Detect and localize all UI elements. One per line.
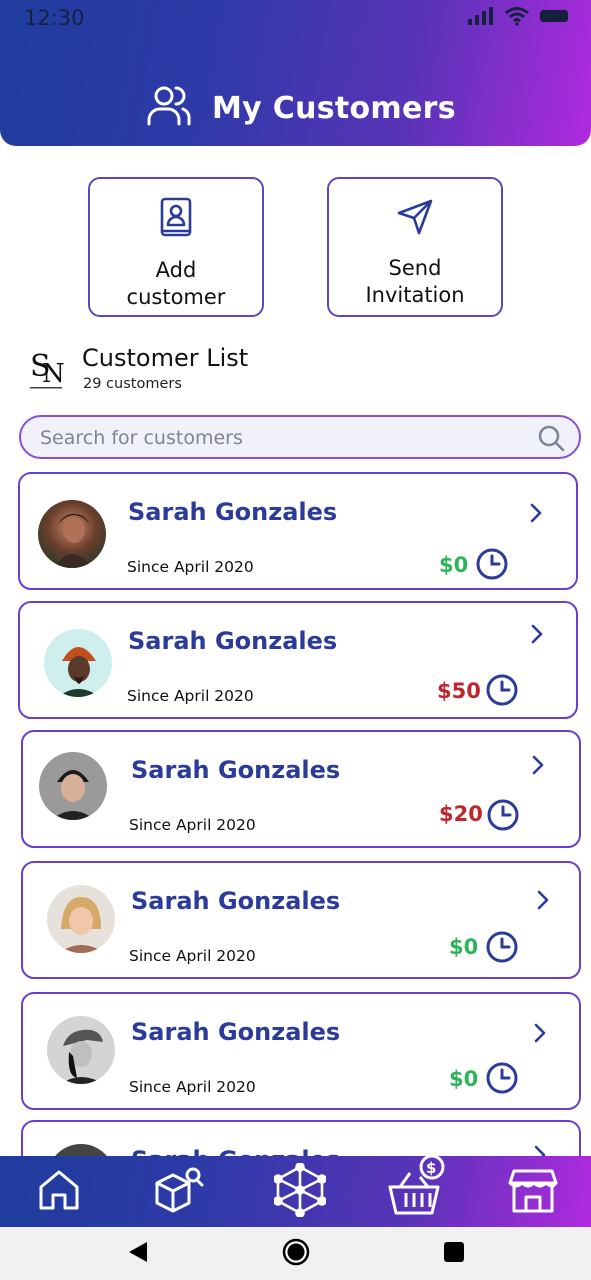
- recents-square-icon: [443, 1241, 465, 1267]
- customer-name: Sarah Gonzales: [131, 887, 341, 915]
- avatar: [38, 500, 106, 568]
- send-icon: [395, 197, 435, 241]
- send-invitation-button[interactable]: Send Invitation: [327, 177, 503, 317]
- nav-products[interactable]: [134, 1156, 224, 1227]
- customer-name: Sarah Gonzales: [128, 498, 338, 526]
- nav-store[interactable]: [488, 1156, 578, 1227]
- customer-balance: $20: [439, 802, 483, 826]
- customer-name: Sarah Gonzales: [131, 756, 341, 784]
- customer-balance: $0: [449, 935, 479, 959]
- recents-button[interactable]: [424, 1227, 484, 1280]
- customer-card[interactable]: Sarah Gonzales Since April 2020 $20: [21, 730, 581, 848]
- customer-list-title: Customer List: [82, 344, 249, 372]
- add-customer-button[interactable]: Add customer: [88, 177, 264, 317]
- svg-text:$: $: [426, 1159, 436, 1177]
- customer-card[interactable]: Sarah Gonzales Since April 2020 $50: [18, 601, 578, 719]
- avatar: [47, 885, 115, 953]
- customer-since: Since April 2020: [127, 558, 254, 576]
- search-bar: [19, 415, 581, 459]
- contact-book-icon: [159, 197, 193, 243]
- search-input[interactable]: [38, 425, 512, 451]
- wifi-icon: [505, 6, 529, 30]
- status-icons: [467, 6, 571, 30]
- customer-name: Sarah Gonzales: [128, 627, 338, 655]
- nav-sales[interactable]: $: [374, 1148, 464, 1227]
- customer-card[interactable]: Sarah Gonzales Since April 2020 $0: [21, 861, 581, 979]
- network-icon: [273, 1161, 327, 1221]
- customer-since: Since April 2020: [127, 687, 254, 705]
- add-customer-label: Add customer: [126, 258, 226, 309]
- nav-home[interactable]: [14, 1156, 104, 1227]
- clock-icon[interactable]: [486, 798, 520, 836]
- customer-balance: $50: [437, 679, 481, 703]
- bottom-nav: $: [0, 1154, 591, 1227]
- customer-balance: $0: [439, 553, 469, 577]
- basket-money-icon: $: [386, 1153, 452, 1223]
- chevron-right-icon[interactable]: [528, 502, 544, 528]
- back-button[interactable]: [108, 1227, 168, 1280]
- chevron-right-icon[interactable]: [530, 754, 546, 780]
- clock-icon[interactable]: [475, 547, 509, 585]
- chevron-right-icon[interactable]: [532, 1022, 548, 1048]
- search-icon[interactable]: [537, 424, 565, 456]
- brand-logo: S N: [28, 346, 65, 392]
- customer-balance: $0: [449, 1067, 479, 1091]
- customer-since: Since April 2020: [129, 947, 256, 965]
- avatar: [44, 629, 112, 697]
- customer-card[interactable]: Sarah Gonzales Since April 2020 $0: [21, 992, 581, 1110]
- clock-icon[interactable]: [485, 930, 519, 968]
- store-icon: [508, 1167, 558, 1217]
- users-icon: [146, 84, 192, 132]
- nav-network[interactable]: [255, 1156, 345, 1227]
- customer-since: Since April 2020: [129, 1078, 256, 1096]
- system-nav-bar: [0, 1227, 591, 1280]
- status-time: 12:30: [24, 6, 85, 30]
- customer-count: 29 customers: [83, 376, 182, 392]
- chevron-right-icon[interactable]: [529, 623, 545, 649]
- product-search-icon: [153, 1165, 205, 1219]
- chevron-right-icon[interactable]: [535, 889, 551, 915]
- page-title: My Customers: [212, 90, 456, 126]
- app-header: 12:30 My Customers: [0, 0, 591, 146]
- home-icon: [37, 1169, 81, 1215]
- home-system-button[interactable]: [266, 1227, 326, 1280]
- customer-name: Sarah Gonzales: [131, 1018, 341, 1046]
- back-triangle-icon: [127, 1240, 149, 1268]
- avatar: [39, 752, 107, 820]
- header-title-group: My Customers: [146, 84, 456, 132]
- clock-icon[interactable]: [485, 673, 519, 711]
- send-invitation-label: Send Invitation: [365, 256, 465, 307]
- clock-icon[interactable]: [485, 1061, 519, 1099]
- home-circle-icon: [282, 1238, 310, 1270]
- customer-card[interactable]: Sarah Gonzales Since April 2020 $0: [18, 472, 578, 590]
- customer-since: Since April 2020: [129, 816, 256, 834]
- signal-icon: [467, 6, 495, 30]
- battery-icon: [539, 8, 571, 28]
- avatar: [47, 1016, 115, 1084]
- svg-text:N: N: [42, 359, 64, 389]
